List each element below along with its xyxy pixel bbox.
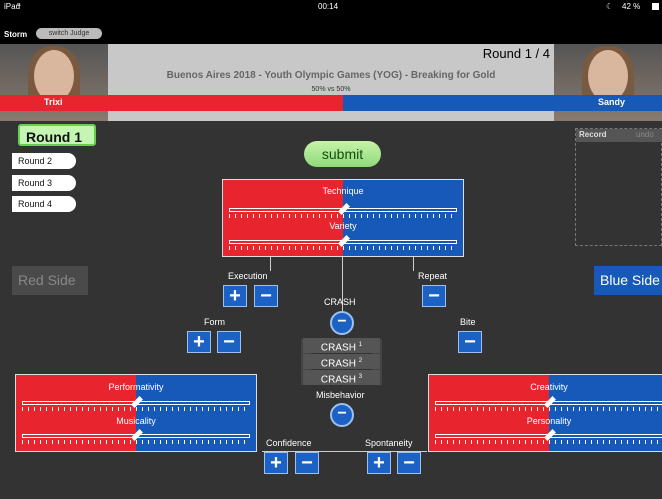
creativity-personality-panel: Creativity Personality xyxy=(428,374,662,452)
creativity-label: Creativity xyxy=(530,382,568,392)
misbehavior-minus-button[interactable]: − xyxy=(330,403,354,427)
event-title: Buenos Aires 2018 - Youth Olympic Games … xyxy=(166,70,496,81)
confidence-plus-button[interactable]: + xyxy=(264,452,288,474)
confidence-label: Confidence xyxy=(266,438,312,448)
form-plus-button[interactable]: + xyxy=(187,331,211,353)
crash-3-button[interactable]: CRASH 3 xyxy=(303,370,380,385)
app-name: Storm xyxy=(4,30,28,39)
red-side-label: Red Side xyxy=(12,266,88,295)
form-label: Form xyxy=(204,317,225,327)
crash-1-button[interactable]: CRASH 1 xyxy=(303,338,380,353)
blue-side-label: Blue Side xyxy=(594,266,662,295)
performativity-musicality-panel: Performativity Musicality xyxy=(15,374,257,452)
repeat-minus-button[interactable]: − xyxy=(422,285,446,307)
spontaneity-plus-button[interactable]: + xyxy=(367,452,391,474)
wifi-icon: ≈ xyxy=(17,2,21,9)
confidence-minus-button[interactable]: − xyxy=(295,452,319,474)
bite-minus-button[interactable]: − xyxy=(458,331,482,353)
submit-button[interactable]: submit xyxy=(304,141,381,167)
spontaneity-minus-button[interactable]: − xyxy=(397,452,421,474)
battery-icon xyxy=(652,3,659,10)
score-split-text: 50% vs 50% xyxy=(311,86,351,93)
crash-label: CRASH xyxy=(324,297,356,307)
record-label: Record xyxy=(579,130,607,139)
technique-variety-panel: Technique Variety xyxy=(222,179,464,257)
misbehavior-label: Misbehavior xyxy=(316,390,365,400)
execution-plus-button[interactable]: + xyxy=(223,285,247,307)
technique-label: Technique xyxy=(322,186,364,196)
tab-round-1[interactable]: Round 1 xyxy=(18,124,96,146)
red-dancer-name: Trixi xyxy=(44,97,63,107)
moon-icon: ☾ xyxy=(606,2,614,11)
form-minus-button[interactable]: − xyxy=(217,331,241,353)
crash-minus-button[interactable]: − xyxy=(330,311,354,335)
bite-label: Bite xyxy=(460,317,476,327)
tab-round-3[interactable]: Round 3 xyxy=(12,175,76,191)
switch-judge-button[interactable]: switch Judge xyxy=(36,28,102,39)
clock: 00:14 xyxy=(318,2,339,11)
repeat-label: Repeat xyxy=(418,271,448,281)
round-indicator: Round 1 / 4 xyxy=(482,46,550,61)
blue-dancer-name: Sandy xyxy=(598,97,626,107)
execution-label: Execution xyxy=(228,271,268,281)
performativity-label: Performativity xyxy=(108,382,164,392)
record-panel xyxy=(575,128,662,246)
battery-text: 42 % xyxy=(622,2,641,11)
record-header: Record undo xyxy=(576,129,662,142)
tab-round-2[interactable]: Round 2 xyxy=(12,153,76,169)
execution-minus-button[interactable]: − xyxy=(254,285,278,307)
personality-label: Personality xyxy=(526,416,572,426)
status-bar: iPad ≈ 00:14 ☾ 42 % xyxy=(0,0,662,14)
crash-2-button[interactable]: CRASH 2 xyxy=(303,354,380,369)
spontaneity-label: Spontaneity xyxy=(365,438,413,448)
tab-round-4[interactable]: Round 4 xyxy=(12,196,76,212)
variety-label: Variety xyxy=(329,221,357,231)
undo-button[interactable]: undo xyxy=(636,130,654,139)
musicality-label: Musicality xyxy=(116,416,156,426)
